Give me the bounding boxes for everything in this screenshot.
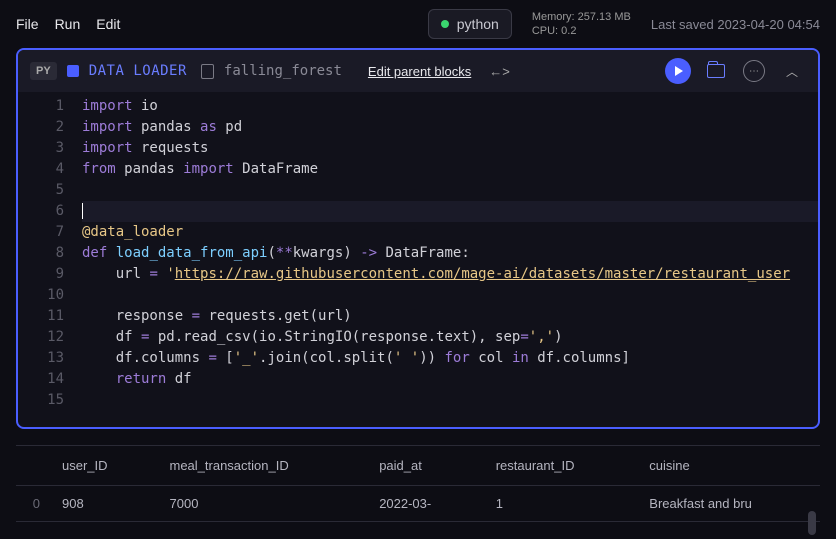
code-content[interactable]: response = requests.get(url) [82, 306, 818, 327]
code-block: PY DATA LOADER falling_forest Edit paren… [16, 48, 820, 429]
kernel-label: python [457, 16, 499, 32]
code-content[interactable]: @data_loader [82, 222, 818, 243]
resource-stats: Memory: 257.13 MB CPU: 0.2 [532, 10, 631, 39]
line-number: 3 [18, 138, 82, 159]
output-table: user_IDmeal_transaction_IDpaid_atrestaur… [16, 445, 820, 522]
line-number: 14 [18, 369, 82, 390]
code-content[interactable] [82, 390, 818, 411]
scrollbar-thumb[interactable] [808, 511, 816, 535]
document-icon [201, 64, 214, 79]
line-number: 5 [18, 180, 82, 201]
column-header[interactable]: restaurant_ID [480, 446, 634, 486]
table-cell: 1 [480, 486, 634, 522]
code-line[interactable]: 11 response = requests.get(url) [18, 306, 818, 327]
line-number: 1 [18, 96, 82, 117]
column-header[interactable]: meal_transaction_ID [154, 446, 364, 486]
column-header[interactable]: user_ID [46, 446, 154, 486]
block-header: PY DATA LOADER falling_forest Edit paren… [18, 50, 818, 92]
table-cell: 908 [46, 486, 154, 522]
chevron-up-icon: ︿ [786, 63, 798, 80]
more-icon: ⋯ [743, 60, 765, 82]
column-header[interactable]: paid_at [363, 446, 480, 486]
run-button[interactable] [664, 57, 692, 85]
code-editor[interactable]: 1import io2import pandas as pd3import re… [18, 92, 818, 427]
memory-stat: Memory: 257.13 MB [532, 10, 631, 24]
collapse-button[interactable]: ︿ [778, 57, 806, 85]
code-content[interactable]: url = 'https://raw.githubusercontent.com… [82, 264, 818, 285]
code-line[interactable]: 3import requests [18, 138, 818, 159]
code-content[interactable]: import pandas as pd [82, 117, 818, 138]
text-cursor [82, 203, 83, 219]
edit-parent-arrow-icon: ←> [489, 64, 510, 79]
line-number: 7 [18, 222, 82, 243]
code-content[interactable]: import requests [82, 138, 818, 159]
code-content[interactable]: def load_data_from_api(**kwargs) -> Data… [82, 243, 818, 264]
block-type-label: DATA LOADER [89, 63, 187, 79]
line-number: 8 [18, 243, 82, 264]
kernel-pill[interactable]: python [428, 9, 512, 39]
code-line[interactable]: 12 df = pd.read_csv(io.StringIO(response… [18, 327, 818, 348]
code-content[interactable] [82, 180, 818, 201]
kernel-status-icon [441, 20, 449, 28]
more-button[interactable]: ⋯ [740, 57, 768, 85]
column-header[interactable]: cuisine [633, 446, 820, 486]
table-body: 090870002022-03-1Breakfast and bru [16, 486, 820, 522]
line-number: 4 [18, 159, 82, 180]
code-line[interactable]: 15 [18, 390, 818, 411]
code-line[interactable]: 6 [18, 201, 818, 222]
line-number: 11 [18, 306, 82, 327]
folder-icon [707, 64, 725, 78]
code-line[interactable]: 1import io [18, 96, 818, 117]
table-cell: 7000 [154, 486, 364, 522]
code-content[interactable] [82, 201, 818, 222]
line-number: 12 [18, 327, 82, 348]
code-line[interactable]: 13 df.columns = ['_'.join(col.split(' ')… [18, 348, 818, 369]
code-line[interactable]: 14 return df [18, 369, 818, 390]
line-number: 13 [18, 348, 82, 369]
block-name[interactable]: falling_forest [224, 63, 342, 79]
main-menu: File Run Edit [16, 16, 120, 32]
row-index: 0 [16, 486, 46, 522]
edit-parent-link[interactable]: Edit parent blocks [368, 64, 471, 79]
block-color-icon [67, 65, 79, 77]
code-content[interactable]: return df [82, 369, 818, 390]
code-line[interactable]: 10 [18, 285, 818, 306]
table-row[interactable]: 090870002022-03-1Breakfast and bru [16, 486, 820, 522]
menu-file[interactable]: File [16, 16, 39, 32]
code-content[interactable] [82, 285, 818, 306]
menu-edit[interactable]: Edit [96, 16, 120, 32]
table-header-row: user_IDmeal_transaction_IDpaid_atrestaur… [16, 446, 820, 486]
line-number: 2 [18, 117, 82, 138]
table-cell: 2022-03- [363, 486, 480, 522]
play-icon [665, 58, 691, 84]
dataframe-table: user_IDmeal_transaction_IDpaid_atrestaur… [16, 445, 820, 522]
menu-run[interactable]: Run [55, 16, 81, 32]
code-line[interactable]: 5 [18, 180, 818, 201]
code-line[interactable]: 8def load_data_from_api(**kwargs) -> Dat… [18, 243, 818, 264]
line-number: 15 [18, 390, 82, 411]
line-number: 10 [18, 285, 82, 306]
code-content[interactable]: from pandas import DataFrame [82, 159, 818, 180]
line-number: 6 [18, 201, 82, 222]
code-content[interactable]: import io [82, 96, 818, 117]
code-line[interactable]: 2import pandas as pd [18, 117, 818, 138]
code-content[interactable]: df = pd.read_csv(io.StringIO(response.te… [82, 327, 818, 348]
topbar: File Run Edit python Memory: 257.13 MB C… [0, 0, 836, 48]
lang-badge: PY [30, 62, 57, 80]
code-content[interactable]: df.columns = ['_'.join(col.split(' ')) f… [82, 348, 818, 369]
folder-button[interactable] [702, 57, 730, 85]
last-saved: Last saved 2023-04-20 04:54 [651, 17, 820, 32]
cpu-stat: CPU: 0.2 [532, 24, 631, 38]
code-line[interactable]: 7@data_loader [18, 222, 818, 243]
code-line[interactable]: 4from pandas import DataFrame [18, 159, 818, 180]
line-number: 9 [18, 264, 82, 285]
table-cell: Breakfast and bru [633, 486, 820, 522]
code-line[interactable]: 9 url = 'https://raw.githubusercontent.c… [18, 264, 818, 285]
